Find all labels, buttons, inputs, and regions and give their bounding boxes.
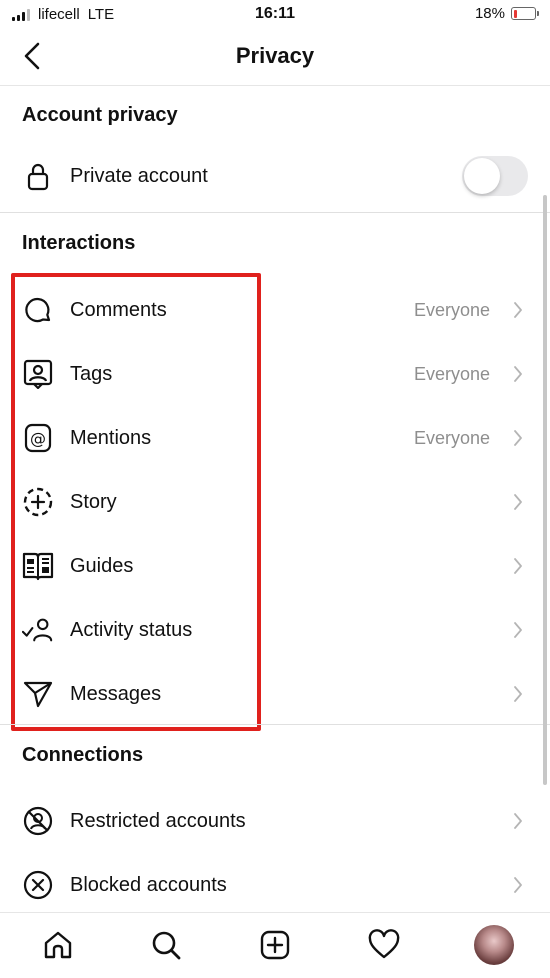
search-icon bbox=[152, 931, 181, 960]
toggle-knob bbox=[464, 158, 500, 194]
battery-level bbox=[513, 9, 518, 18]
chevron-right-icon bbox=[510, 494, 526, 510]
interaction-label: Activity status bbox=[70, 618, 193, 641]
tab-create[interactable] bbox=[257, 927, 293, 963]
avatar bbox=[474, 925, 514, 965]
section-header-interactions: Interactions bbox=[22, 232, 136, 254]
interaction-row-messages[interactable]: Messages bbox=[0, 662, 540, 726]
chevron-right-icon bbox=[510, 622, 526, 638]
private-account-toggle[interactable] bbox=[462, 156, 528, 196]
interaction-value: Everyone bbox=[413, 427, 490, 448]
battery-percent: 18% bbox=[474, 5, 505, 22]
blocked-icon bbox=[22, 869, 54, 901]
section-header-account-privacy: Account privacy bbox=[22, 104, 178, 126]
tab-home[interactable] bbox=[40, 927, 76, 963]
at-sign-icon: @ bbox=[22, 422, 54, 454]
nav-bar: Privacy bbox=[0, 30, 550, 86]
chevron-right-icon bbox=[510, 430, 526, 446]
interaction-row-mentions[interactable]: @ Mentions Everyone bbox=[0, 406, 540, 470]
story-add-icon bbox=[22, 486, 54, 518]
chevron-right-icon bbox=[510, 877, 526, 893]
heart-icon bbox=[368, 929, 400, 959]
interaction-value: Everyone bbox=[413, 299, 490, 320]
add-square-icon bbox=[260, 930, 290, 960]
interaction-row-guides[interactable]: Guides bbox=[0, 534, 540, 598]
interaction-row-comments[interactable]: Comments Everyone bbox=[0, 278, 540, 342]
interaction-row-story[interactable]: Story bbox=[0, 470, 540, 534]
tab-search[interactable] bbox=[148, 927, 184, 963]
interaction-label: Mentions bbox=[70, 426, 152, 449]
private-account-label: Private account bbox=[70, 164, 208, 187]
scrollbar[interactable] bbox=[543, 195, 547, 785]
interaction-row-activity-status[interactable]: Activity status bbox=[0, 598, 540, 662]
status-right: 18% bbox=[474, 5, 539, 22]
interaction-label: Tags bbox=[70, 362, 113, 385]
interaction-row-tags[interactable]: Tags Everyone bbox=[0, 342, 540, 406]
home-icon bbox=[44, 931, 72, 959]
svg-text:@: @ bbox=[30, 429, 46, 448]
divider bbox=[0, 212, 550, 213]
interaction-label: Comments bbox=[70, 298, 167, 321]
tab-activity[interactable] bbox=[366, 927, 402, 963]
tab-profile[interactable] bbox=[474, 925, 514, 965]
connection-label: Restricted accounts bbox=[70, 809, 246, 832]
divider bbox=[0, 724, 550, 725]
status-bar: lifecell LTE 16:11 18% bbox=[0, 0, 550, 30]
restricted-icon bbox=[22, 805, 54, 837]
connection-label: Blocked accounts bbox=[70, 873, 227, 896]
lock-icon bbox=[22, 160, 54, 192]
chevron-right-icon bbox=[510, 558, 526, 574]
interaction-value: Everyone bbox=[413, 363, 490, 384]
interaction-label: Messages bbox=[70, 682, 162, 705]
connection-row-blocked[interactable]: Blocked accounts bbox=[0, 853, 540, 917]
interaction-label: Story bbox=[70, 490, 117, 513]
connection-row-restricted[interactable]: Restricted accounts bbox=[0, 789, 540, 853]
chevron-right-icon bbox=[510, 302, 526, 318]
activity-status-icon bbox=[22, 614, 54, 646]
guide-book-icon bbox=[22, 550, 54, 582]
chevron-right-icon bbox=[510, 366, 526, 382]
status-time: 16:11 bbox=[254, 5, 296, 22]
comment-bubble-icon bbox=[22, 294, 54, 326]
private-account-row[interactable]: Private account bbox=[0, 144, 540, 208]
paper-plane-icon bbox=[22, 678, 54, 710]
tab-bar bbox=[0, 912, 550, 978]
chevron-right-icon bbox=[510, 686, 526, 702]
section-header-connections: Connections bbox=[22, 744, 144, 766]
page-title: Privacy bbox=[235, 43, 315, 68]
chevron-right-icon bbox=[510, 813, 526, 829]
interaction-label: Guides bbox=[70, 554, 134, 577]
tag-person-icon bbox=[22, 358, 54, 390]
battery-icon bbox=[511, 7, 539, 20]
